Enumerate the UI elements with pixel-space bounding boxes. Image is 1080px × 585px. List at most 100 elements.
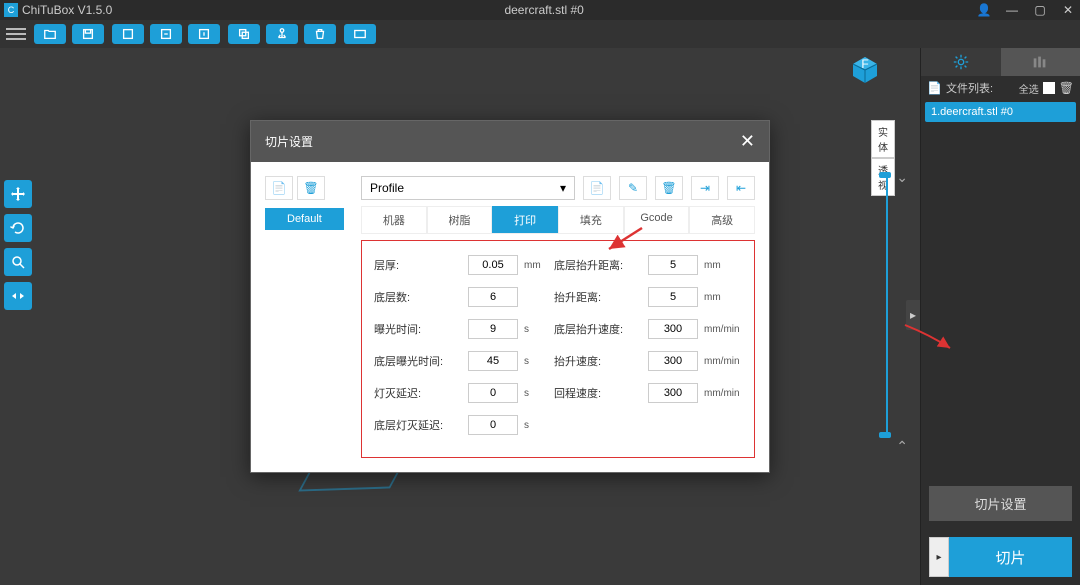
mirror-tool[interactable]: [4, 282, 32, 310]
param-input[interactable]: [648, 319, 698, 339]
new-file-icon[interactable]: 📄: [583, 176, 611, 200]
orientation-cube[interactable]: F: [850, 55, 880, 85]
trash-profile-icon[interactable]: 🗑: [655, 176, 683, 200]
title-bar: C ChiTuBox V1.5.0 deercraft.stl #0 👤 — ▢…: [0, 0, 1080, 20]
app-title: ChiTuBox V1.5.0: [22, 3, 112, 17]
slider-bottom-handle[interactable]: [879, 432, 891, 438]
param-label: 灯灭延迟:: [374, 385, 464, 401]
param-unit: mm/min: [702, 324, 754, 335]
profile-select-value: Profile: [370, 181, 404, 195]
param-unit: s: [522, 324, 550, 335]
import-icon[interactable]: ⇥: [691, 176, 719, 200]
param-label: 底层抬升距离:: [554, 257, 644, 273]
default-profile-button[interactable]: Default: [265, 208, 344, 230]
param-unit: s: [522, 388, 550, 399]
slider-top-handle[interactable]: [879, 172, 891, 178]
param-input[interactable]: [648, 287, 698, 307]
right-sidebar: 📄 文件列表: 全选 🗑 1.deercraft.stl #0 切片设置 ▸ 切…: [920, 48, 1080, 585]
minimize-button[interactable]: —: [1004, 3, 1020, 17]
param-label: 回程速度:: [554, 385, 644, 401]
print-params-panel: 层厚: mm 底层抬升距离: mm 底层数: 抬升距离: mm 曝光时间: s 底层抬升速度: mm…: [361, 240, 755, 458]
param-unit: mm/min: [702, 356, 754, 367]
param-unit: mm: [522, 260, 550, 271]
delete-button[interactable]: [304, 24, 336, 44]
view-solid[interactable]: 实体: [871, 120, 895, 158]
settings-tab-2[interactable]: 打印: [492, 206, 558, 233]
slice-settings-dialog: 切片设置 ✕ 📄 🗑 Default Profile ▾ 📄 ✎ 🗑 ⇥ ⇤: [250, 120, 770, 473]
sidebar-collapse-handle[interactable]: ▸: [906, 300, 920, 330]
param-input[interactable]: [468, 351, 518, 371]
maximize-button[interactable]: ▢: [1032, 3, 1048, 17]
param-label: 底层数:: [374, 289, 464, 305]
param-unit: s: [522, 420, 550, 431]
file-list-label: 文件列表:: [946, 80, 1015, 96]
chevron-down-icon[interactable]: ⌄: [896, 169, 908, 186]
param-label: 底层抬升速度:: [554, 321, 644, 337]
file-icon: 📄: [927, 81, 942, 95]
tool-button-2[interactable]: [150, 24, 182, 44]
file-list-item[interactable]: 1.deercraft.stl #0: [925, 102, 1076, 122]
slider-track[interactable]: [886, 175, 888, 435]
caret-down-icon: ▾: [560, 181, 566, 195]
user-icon[interactable]: 👤: [976, 3, 992, 17]
dialog-close-button[interactable]: ✕: [740, 131, 755, 152]
main-toolbar: [0, 20, 1080, 48]
open-folder-button[interactable]: [34, 24, 66, 44]
tab-library[interactable]: [1001, 48, 1080, 76]
rotate-tool[interactable]: [4, 214, 32, 242]
param-label: 底层灯灭延迟:: [374, 417, 464, 433]
slice-button[interactable]: 切片: [949, 537, 1072, 577]
add-profile-button[interactable]: 📄: [265, 176, 293, 200]
settings-tab-4[interactable]: Gcode: [624, 206, 690, 233]
param-label: 抬升速度:: [554, 353, 644, 369]
copy-button[interactable]: [228, 24, 260, 44]
trash-icon[interactable]: 🗑: [1059, 81, 1074, 95]
param-unit: s: [522, 356, 550, 367]
param-label: 曝光时间:: [374, 321, 464, 337]
left-tool-rail: [4, 180, 32, 310]
param-input[interactable]: [468, 319, 518, 339]
app-logo-icon: C: [4, 3, 18, 17]
move-tool[interactable]: [4, 180, 32, 208]
param-unit: mm/min: [702, 388, 754, 399]
profile-select[interactable]: Profile ▾: [361, 176, 575, 200]
menu-button[interactable]: [6, 24, 26, 44]
dialog-title: 切片设置: [265, 133, 740, 150]
export-icon[interactable]: ⇤: [727, 176, 755, 200]
param-input[interactable]: [648, 351, 698, 371]
svg-text:F: F: [861, 57, 868, 71]
tool-button-1[interactable]: [112, 24, 144, 44]
chevron-up-icon[interactable]: ⌃: [896, 438, 908, 455]
edit-icon[interactable]: ✎: [619, 176, 647, 200]
settings-tab-5[interactable]: 高级: [689, 206, 755, 233]
param-input[interactable]: [648, 383, 698, 403]
settings-tab-3[interactable]: 填充: [558, 206, 624, 233]
param-input[interactable]: [468, 255, 518, 275]
layer-slider[interactable]: ⌄ ⌃: [884, 175, 890, 435]
tool-button-3[interactable]: [188, 24, 220, 44]
param-unit: mm: [702, 292, 754, 303]
slice-settings-button[interactable]: 切片设置: [929, 486, 1072, 521]
select-all-label: 全选: [1019, 81, 1039, 96]
supports-button[interactable]: [266, 24, 298, 44]
settings-tab-0[interactable]: 机器: [361, 206, 427, 233]
param-label: 层厚:: [374, 257, 464, 273]
param-input[interactable]: [468, 383, 518, 403]
slice-expand-button[interactable]: ▸: [929, 537, 949, 577]
select-all-checkbox[interactable]: [1043, 82, 1055, 94]
save-button[interactable]: [72, 24, 104, 44]
param-input[interactable]: [648, 255, 698, 275]
param-label: 抬升距离:: [554, 289, 644, 305]
param-input[interactable]: [468, 415, 518, 435]
param-label: 底层曝光时间:: [374, 353, 464, 369]
screen-button[interactable]: [344, 24, 376, 44]
param-unit: mm: [702, 260, 754, 271]
settings-tab-1[interactable]: 树脂: [427, 206, 493, 233]
view-mode-toggle: 实体 透视: [871, 120, 895, 196]
tab-settings[interactable]: [921, 48, 1001, 76]
scale-tool[interactable]: [4, 248, 32, 276]
document-title: deercraft.stl #0: [112, 3, 976, 17]
param-input[interactable]: [468, 287, 518, 307]
close-button[interactable]: ✕: [1060, 3, 1076, 17]
delete-profile-button[interactable]: 🗑: [297, 176, 325, 200]
